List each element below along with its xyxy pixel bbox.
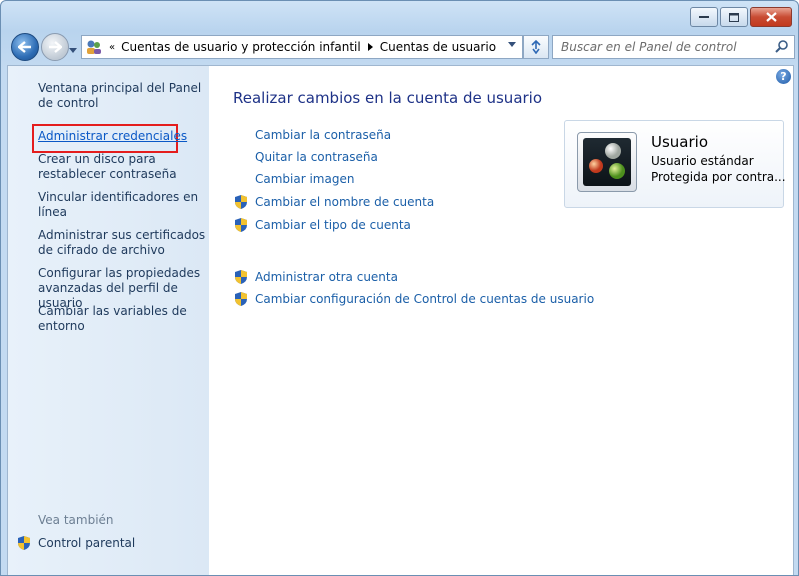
- account-card: Usuario Usuario estándar Protegida por c…: [564, 120, 786, 208]
- breadcrumb-item-user-accounts[interactable]: Cuentas de usuario: [380, 40, 496, 54]
- chevron-right-icon[interactable]: [367, 43, 373, 51]
- search-icon[interactable]: [775, 39, 789, 53]
- sidebar-item-encryption-certificates[interactable]: Administrar sus certificados de cifrado …: [38, 228, 208, 258]
- user-picture-balls-icon: [589, 143, 625, 179]
- maximize-icon: [729, 12, 739, 22]
- task-manage-other-account[interactable]: Administrar otra cuenta: [233, 269, 398, 285]
- breadcrumb-item-user-accounts-family-safety[interactable]: Cuentas de usuario y protección infantil: [121, 40, 361, 54]
- uac-shield-icon: [235, 270, 247, 284]
- task-remove-password[interactable]: Quitar la contraseña: [233, 150, 378, 164]
- parental-controls-label: Control parental: [38, 536, 136, 550]
- account-name: Usuario: [651, 133, 709, 151]
- close-button[interactable]: [750, 7, 792, 27]
- uac-shield-icon: [235, 195, 247, 209]
- content-area: Ventana principal del Panel de control A…: [7, 65, 794, 575]
- uac-shield-icon: [18, 536, 30, 550]
- task-label[interactable]: Cambiar la contraseña: [255, 128, 391, 142]
- breadcrumb-overflow[interactable]: «: [109, 42, 115, 53]
- avatar[interactable]: [577, 132, 637, 192]
- sidebar-item-environment-variables[interactable]: Cambiar las variables de entorno: [38, 304, 208, 334]
- sidebar-item-manage-credentials[interactable]: Administrar credenciales: [38, 129, 208, 144]
- uac-shield-icon: [235, 218, 247, 232]
- control-panel-icon: [87, 40, 101, 54]
- refresh-button[interactable]: [523, 35, 549, 59]
- task-label[interactable]: Cambiar imagen: [255, 172, 354, 186]
- task-label[interactable]: Quitar la contraseña: [255, 150, 378, 164]
- chevron-down-icon: [69, 48, 77, 53]
- task-change-picture[interactable]: Cambiar imagen: [233, 172, 354, 186]
- sidebar-item-link-online-ids[interactable]: Vincular identificadores en línea: [38, 190, 208, 220]
- task-uac-settings[interactable]: Cambiar configuración de Control de cuen…: [233, 291, 594, 307]
- task-label[interactable]: Cambiar configuración de Control de cuen…: [255, 292, 594, 306]
- see-also-heading: Vea también: [38, 513, 114, 527]
- minimize-button[interactable]: [690, 7, 718, 27]
- refresh-icon: [531, 40, 541, 54]
- address-bar[interactable]: « Cuentas de usuario y protección infant…: [81, 35, 523, 59]
- user-picture: [583, 138, 631, 186]
- account-type: Usuario estándar: [651, 154, 754, 168]
- account-password-status: Protegida por contra...: [651, 170, 786, 184]
- close-icon: [765, 12, 777, 22]
- navigation-bar: « Cuentas de usuario y protección infant…: [9, 33, 795, 61]
- search-box[interactable]: [552, 35, 795, 59]
- maximize-button[interactable]: [720, 7, 748, 27]
- task-change-password[interactable]: Cambiar la contraseña: [233, 128, 391, 142]
- address-dropdown-icon[interactable]: [508, 42, 516, 47]
- minimize-icon: [699, 16, 709, 18]
- recent-pages-button[interactable]: [69, 42, 77, 56]
- arrow-left-icon: [18, 41, 31, 53]
- task-label[interactable]: Administrar otra cuenta: [255, 270, 398, 284]
- sidebar-item-password-reset-disk[interactable]: Crear un disco para restablecer contrase…: [38, 152, 208, 182]
- task-label[interactable]: Cambiar el tipo de cuenta: [255, 218, 411, 232]
- sidebar-item-control-panel-home[interactable]: Ventana principal del Panel de control: [38, 81, 208, 111]
- task-change-account-type[interactable]: Cambiar el tipo de cuenta: [233, 217, 411, 233]
- task-change-account-name[interactable]: Cambiar el nombre de cuenta: [233, 194, 434, 210]
- sidebar-item-parental-controls[interactable]: Control parental: [16, 535, 135, 551]
- window: « Cuentas de usuario y protección infant…: [0, 0, 799, 576]
- arrow-right-icon: [49, 41, 62, 53]
- search-input[interactable]: [559, 39, 768, 55]
- page-title: Realizar cambios en la cuenta de usuario: [233, 89, 543, 107]
- uac-shield-icon: [235, 292, 247, 306]
- back-button[interactable]: [11, 33, 39, 61]
- forward-button[interactable]: [41, 33, 69, 61]
- help-button[interactable]: ?: [776, 69, 791, 84]
- caption-buttons: [690, 7, 792, 27]
- sidebar: Ventana principal del Panel de control A…: [8, 66, 209, 575]
- task-label[interactable]: Cambiar el nombre de cuenta: [255, 195, 434, 209]
